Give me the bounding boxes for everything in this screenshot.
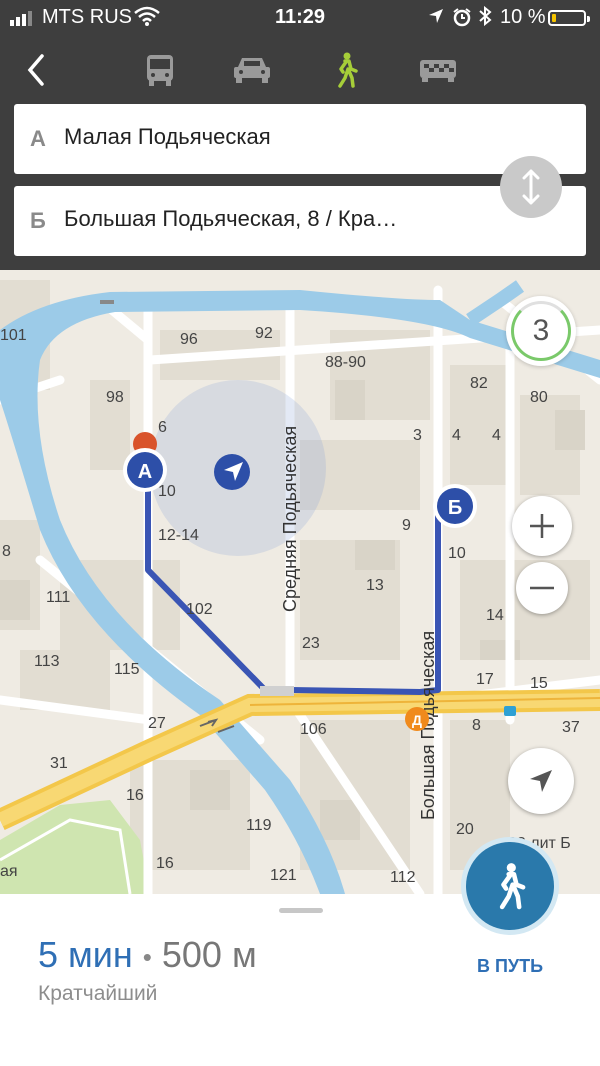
marker-a-label: А [138,461,152,483]
svg-text:121: 121 [270,867,297,884]
zoom-out-button[interactable] [516,562,568,614]
navigation-arrow-icon [530,770,552,792]
svg-text:119: 119 [246,817,272,834]
mode-car-button[interactable] [222,42,282,98]
back-button[interactable] [6,42,66,98]
svg-text:115: 115 [114,661,140,678]
svg-text:113: 113 [34,653,60,670]
svg-text:27: 27 [148,715,166,732]
svg-text:31: 31 [50,755,68,772]
svg-text:88-90: 88-90 [325,354,366,371]
back-icon [27,54,44,86]
plus-icon [530,514,554,538]
origin-field[interactable]: А Малая Подьяческая [14,104,586,174]
taxi-icon [420,60,456,82]
route-duration: 5 мин [38,934,133,975]
svg-text:15: 15 [530,675,548,692]
svg-text:6: 6 [158,419,167,436]
alarm-icon [453,8,471,27]
svg-text:10: 10 [158,483,176,500]
traffic-level: 3 [532,314,550,347]
zoom-in-button[interactable] [512,496,572,556]
origin-prefix: А [30,126,46,151]
start-route-label[interactable]: В ПУТЬ [462,956,558,977]
svg-text:ая: ая [0,863,18,880]
svg-text:96: 96 [180,331,198,348]
pedestrian-icon [499,863,526,910]
svg-text:92: 92 [255,325,273,342]
mode-walk-button[interactable] [316,42,376,98]
svg-text:98: 98 [106,389,124,406]
svg-text:37: 37 [562,719,580,736]
svg-text:9: 9 [402,517,411,534]
drag-handle[interactable] [279,908,323,913]
origin-value: Малая Подьяческая [64,124,271,149]
my-location-button[interactable] [508,748,574,814]
swap-vertical-icon [522,169,540,205]
bus-icon [147,55,173,86]
svg-text:8: 8 [472,717,481,734]
route-distance: 500 м [161,934,257,975]
svg-text:12-14: 12-14 [158,527,199,544]
svg-text:20: 20 [456,821,474,838]
svg-text:106: 106 [300,721,327,738]
mode-taxi-button[interactable] [408,42,468,98]
destination-field[interactable]: Б Большая Подьяческая, 8 / Кра… [14,186,586,256]
svg-text:101: 101 [0,327,27,344]
svg-text:14: 14 [486,607,504,624]
svg-text:17: 17 [476,671,494,688]
svg-text:Д: Д [412,712,422,728]
svg-text:82: 82 [470,375,488,392]
minus-icon [530,586,554,590]
bluetooth-icon [479,6,492,26]
svg-text:3: 3 [413,427,422,444]
battery-icon [548,10,590,26]
svg-text:102: 102 [186,601,213,618]
svg-text:13: 13 [366,577,384,594]
battery-percent: 10 % [500,6,546,28]
marker-b-label: Б [448,497,462,519]
svg-text:8: 8 [2,543,11,560]
svg-text:16: 16 [156,855,174,872]
top-bar: MTS RUS 11:29 10 % А Малая Подьяческая Б… [0,0,600,270]
traffic-level-button[interactable]: 3 [506,296,576,366]
separator: • [142,941,152,972]
svg-text:111: 111 [46,589,70,606]
transport-mode-bar [0,42,600,98]
svg-text:4: 4 [492,427,501,444]
car-icon [234,58,270,83]
location-services-icon [429,9,443,23]
svg-text:80: 80 [530,389,548,406]
svg-text:112: 112 [390,869,416,886]
mode-bus-button[interactable] [130,42,190,98]
status-bar: MTS RUS 11:29 10 % [0,0,600,34]
destination-value: Большая Подьяческая, 8 / Кра… [64,206,398,231]
route-type: Кратчайший [38,982,158,1005]
pedestrian-icon [338,52,358,88]
route-eta: 5 мин • 500 м [38,934,257,976]
svg-text:10: 10 [448,545,466,562]
start-route-button[interactable] [466,842,554,930]
svg-text:Средняя Подьяческая: Средняя Подьяческая [280,426,300,612]
svg-text:4: 4 [452,427,461,444]
svg-text:23: 23 [302,635,320,652]
destination-prefix: Б [30,208,46,233]
swap-points-button[interactable] [500,156,562,218]
svg-text:16: 16 [126,787,144,804]
